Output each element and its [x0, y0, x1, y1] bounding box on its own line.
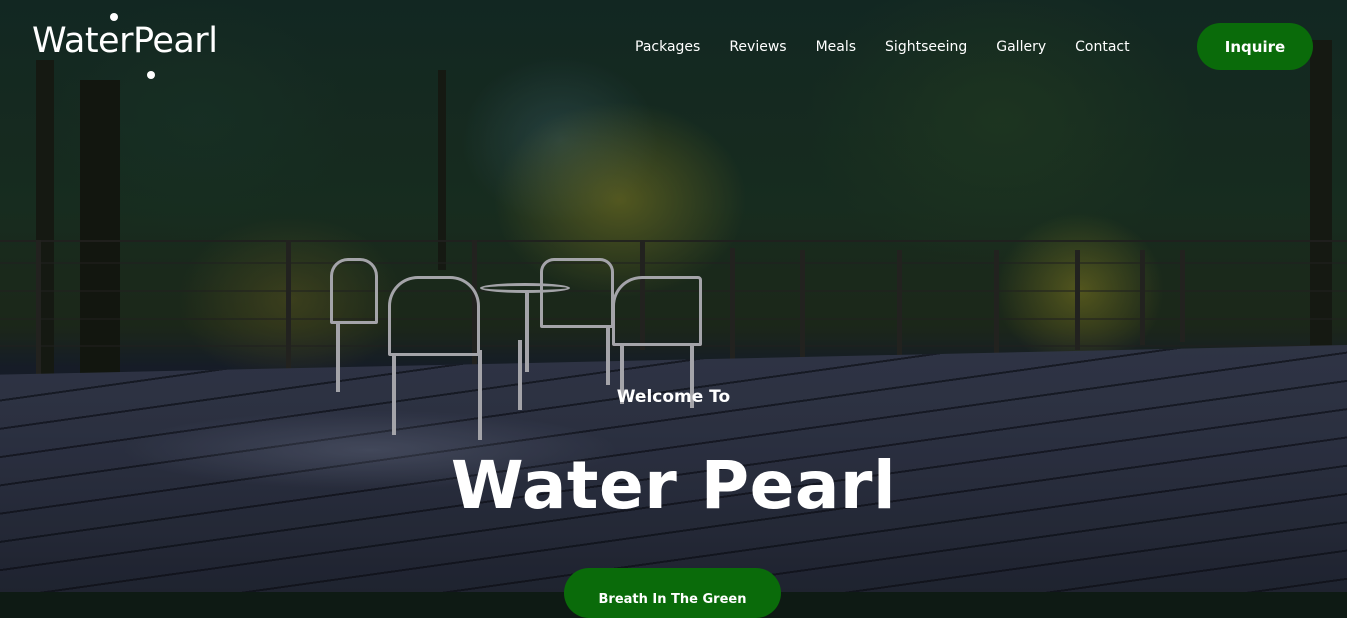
nav-link-sightseeing[interactable]: Sightseeing — [885, 38, 967, 56]
hero-title: Water Pearl — [450, 447, 897, 524]
inquire-button[interactable]: Inquire — [1197, 23, 1313, 70]
hero-cta-button[interactable]: Breath In The Green — [564, 568, 781, 618]
logo-dot-bottom — [147, 71, 155, 79]
hero-eyebrow: Welcome To — [616, 387, 731, 407]
nav-link-meals[interactable]: Meals — [816, 38, 856, 56]
nav-link-reviews[interactable]: Reviews — [729, 38, 786, 56]
main-navigation: Packages Reviews Meals Sightseeing Galle… — [635, 38, 1159, 56]
logo-text[interactable]: WaterPearl — [32, 24, 218, 59]
nav-link-contact[interactable]: Contact — [1075, 38, 1129, 56]
nav-link-gallery[interactable]: Gallery — [996, 38, 1046, 56]
nav-link-packages[interactable]: Packages — [635, 38, 700, 56]
logo-dot-top — [110, 13, 118, 21]
